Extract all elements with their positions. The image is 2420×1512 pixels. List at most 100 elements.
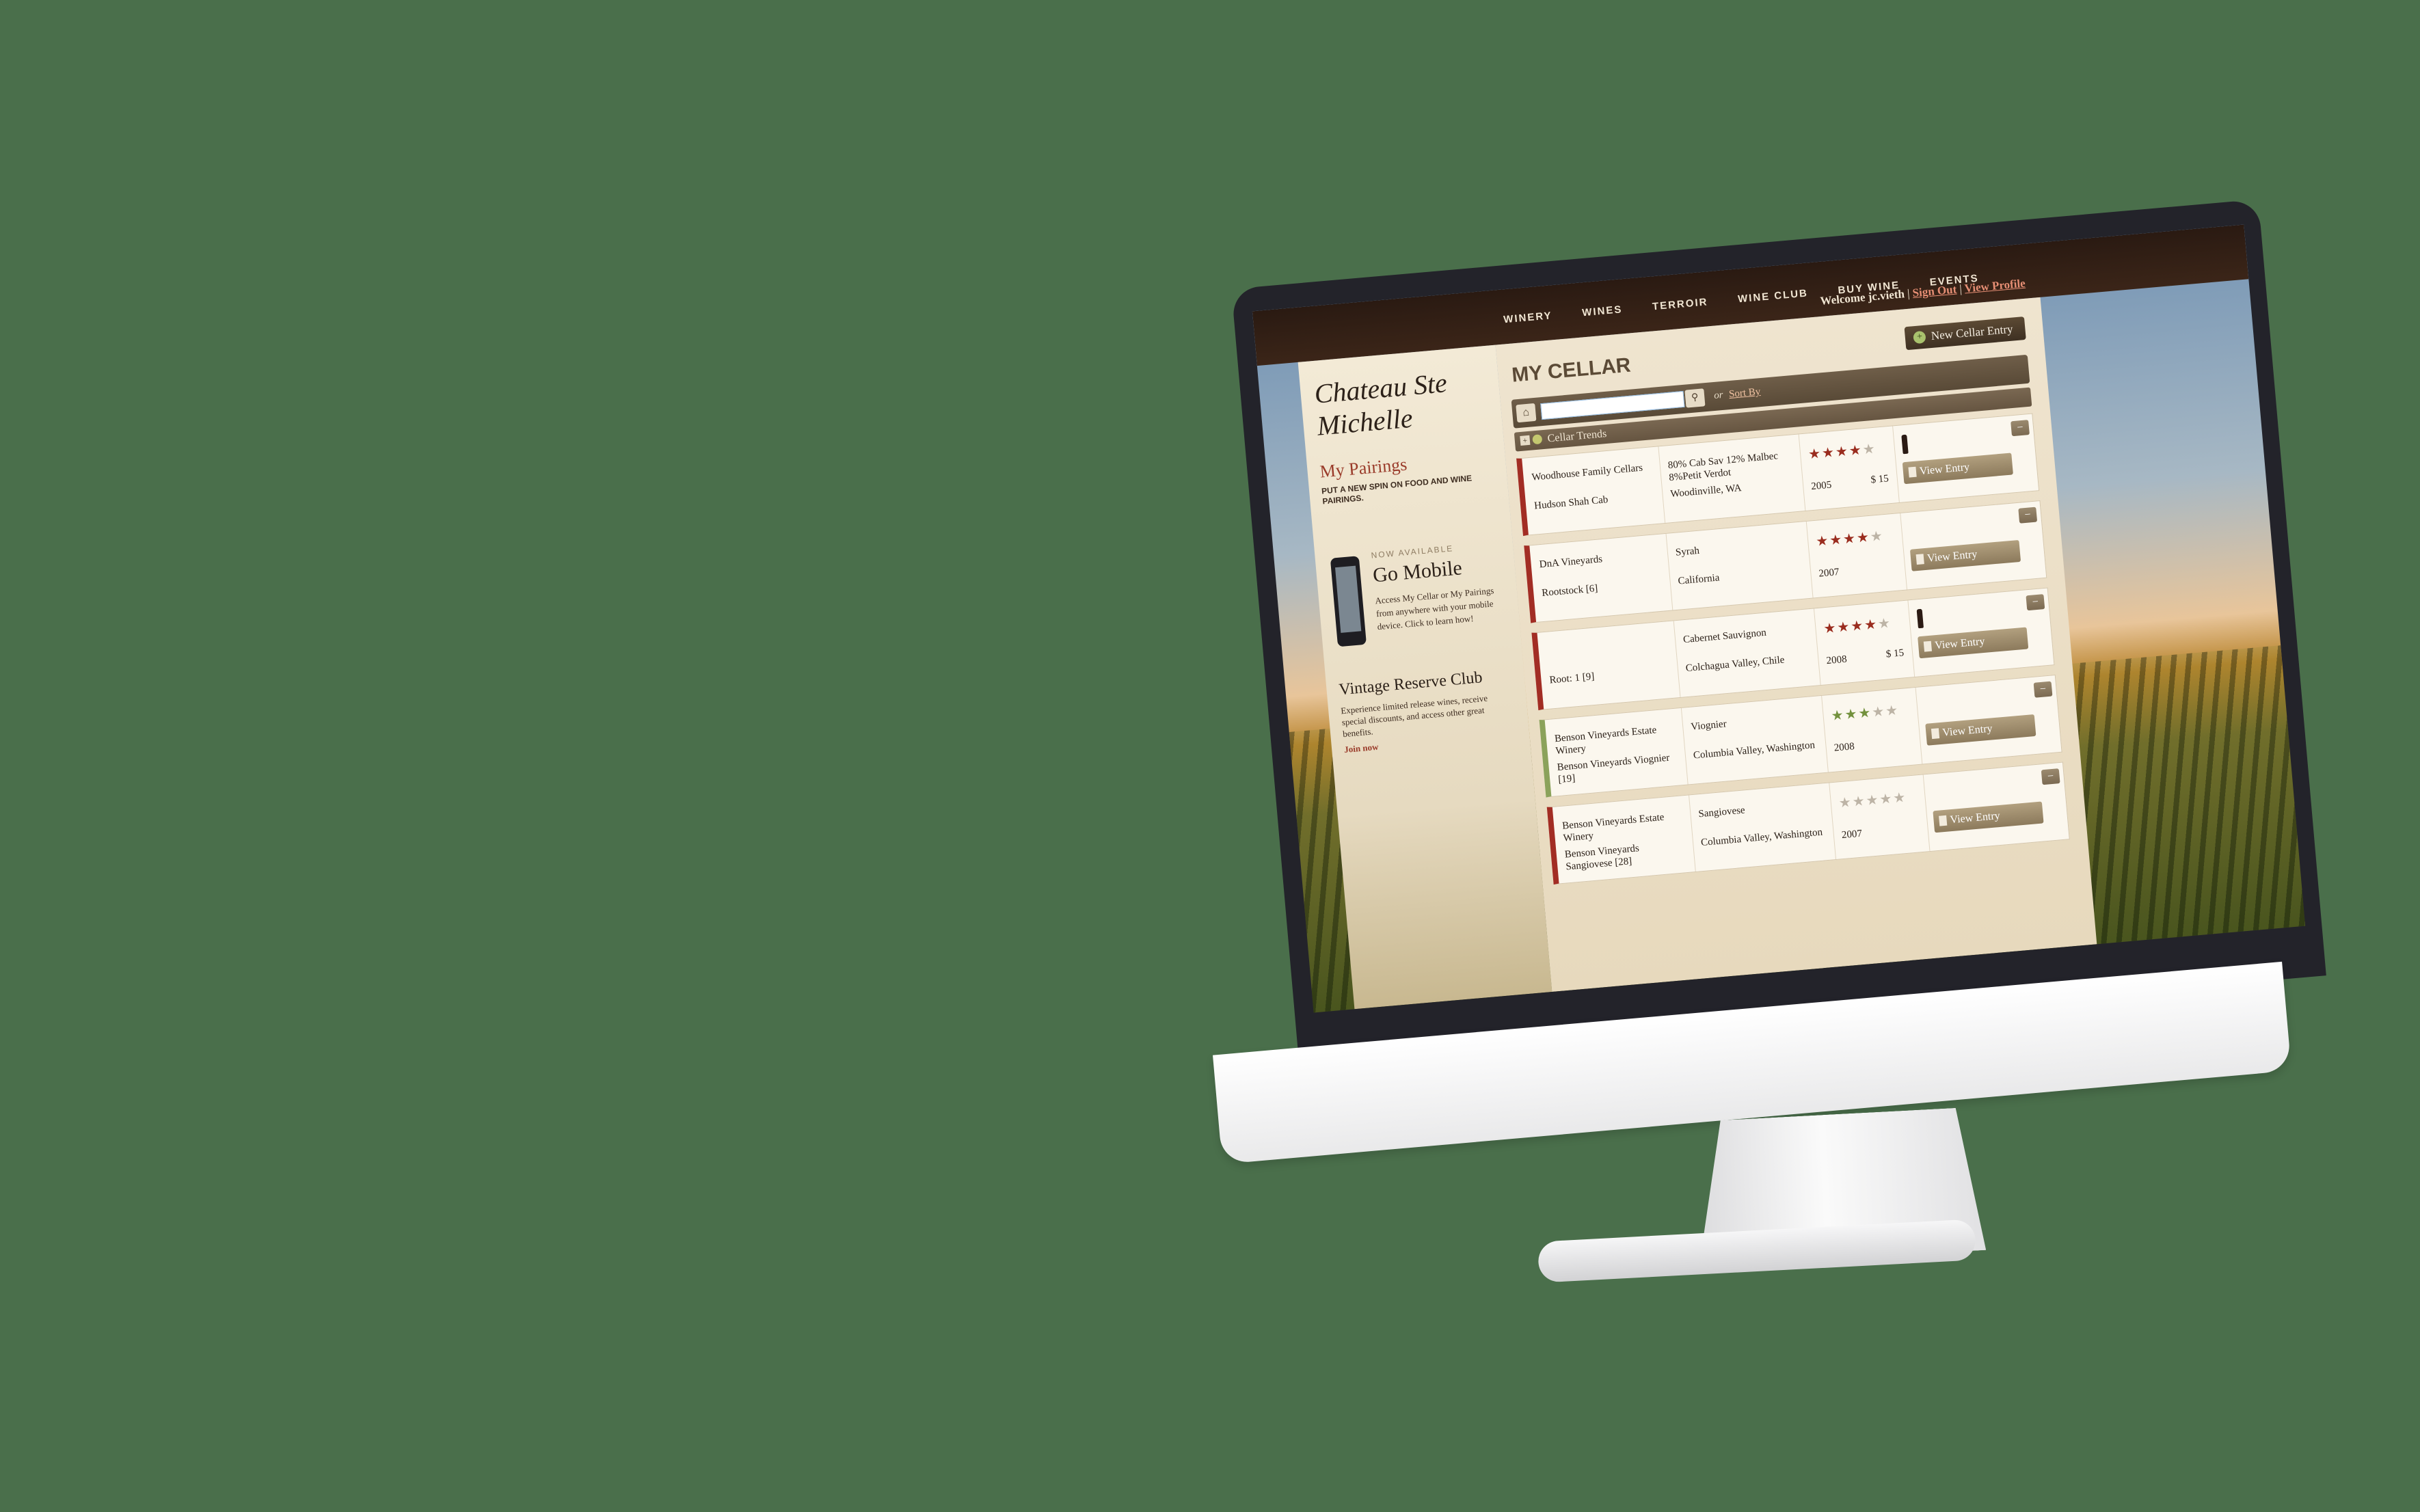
star-icon[interactable]: ★ bbox=[1852, 794, 1867, 810]
star-icon[interactable]: ★ bbox=[1815, 533, 1830, 550]
star-icon[interactable]: ★ bbox=[1877, 616, 1892, 632]
my-pairings-link[interactable]: My Pairings bbox=[1319, 455, 1408, 483]
star-rating[interactable]: ★★★★★ bbox=[1807, 440, 1877, 463]
rating-cell: ★★★★★ 2007 bbox=[1805, 513, 1908, 598]
vintage: 2005 bbox=[1810, 479, 1832, 493]
star-icon[interactable]: ★ bbox=[1864, 617, 1879, 633]
varietal-cell: Sangiovese Columbia Valley, Washington bbox=[1689, 783, 1836, 872]
rating-cell: ★★★★★ 2007 bbox=[1829, 774, 1931, 860]
home-icon[interactable]: ⌂ bbox=[1516, 403, 1537, 423]
varietal: Cabernet Sauvignon bbox=[1682, 627, 1767, 646]
collapse-button[interactable]: − bbox=[2033, 681, 2053, 698]
site-logo[interactable]: Chateau Ste Michelle bbox=[1313, 362, 1503, 442]
club-description: Experience limited release wines, receiv… bbox=[1340, 692, 1488, 740]
mobile-phone-image bbox=[1330, 556, 1367, 647]
varietal-cell: Syrah California bbox=[1665, 521, 1814, 610]
star-icon[interactable]: ★ bbox=[1829, 532, 1844, 548]
new-cellar-entry-button[interactable]: + New Cellar Entry bbox=[1904, 316, 2026, 351]
varietal-cell: 80% Cab Sav 12% Malbec 8%Petit Verdot Wo… bbox=[1658, 434, 1806, 524]
view-entry-button[interactable]: View Entry bbox=[1902, 453, 2013, 485]
star-icon[interactable]: ★ bbox=[1892, 790, 1907, 807]
star-icon[interactable]: ★ bbox=[1831, 707, 1846, 724]
producer-name: Woodhouse Family Cellars bbox=[1531, 462, 1643, 483]
star-icon[interactable]: ★ bbox=[1856, 530, 1871, 546]
star-icon[interactable]: ★ bbox=[1835, 444, 1850, 460]
varietal: Sangiovese bbox=[1697, 805, 1746, 820]
rating-cell: ★★★★★ 2008 $ 15 bbox=[1813, 600, 1915, 686]
plus-circle-icon: + bbox=[1913, 330, 1926, 345]
region: California bbox=[1678, 572, 1720, 587]
rating-cell: ★★★★★ 2008 bbox=[1821, 687, 1923, 772]
star-rating[interactable]: ★★★★★ bbox=[1823, 615, 1892, 638]
producer-cell: Benson Vineyards Estate Winery Benson Vi… bbox=[1544, 707, 1689, 796]
star-rating[interactable]: ★★★★★ bbox=[1815, 527, 1884, 550]
star-rating[interactable]: ★★★★★ bbox=[1838, 789, 1907, 812]
producer-cell: Benson Vineyards Estate Winery Benson Vi… bbox=[1552, 795, 1696, 884]
vintage: 2007 bbox=[1818, 567, 1840, 580]
document-icon bbox=[1915, 554, 1924, 565]
price: $ 15 bbox=[1885, 647, 1905, 660]
chart-icon bbox=[1532, 434, 1543, 445]
screen: WINERY WINES TERROIR WINE CLUB BUY WINE … bbox=[1252, 224, 2306, 1013]
wine-name[interactable]: Hudson Shah Cab bbox=[1534, 489, 1658, 513]
producer-cell: Root: 1 [9] bbox=[1537, 621, 1681, 710]
star-icon[interactable]: ★ bbox=[1836, 619, 1851, 636]
wine-bottle-icon bbox=[1901, 434, 1909, 455]
star-icon[interactable]: ★ bbox=[1871, 704, 1886, 720]
my-cellar-panel: Welcome jc.vieth | Sign Out | View Profi… bbox=[1495, 277, 2097, 992]
view-entry-button[interactable]: View Entry bbox=[1909, 539, 2021, 571]
producer-name bbox=[1546, 635, 1669, 646]
wine-bottle-icon bbox=[1916, 608, 1924, 629]
collapse-button[interactable]: − bbox=[2026, 594, 2045, 611]
document-icon bbox=[1931, 728, 1940, 740]
varietal-cell: Cabernet Sauvignon Colchagua Valley, Chi… bbox=[1673, 608, 1821, 698]
document-icon bbox=[1923, 640, 1933, 652]
varietal: Syrah bbox=[1675, 545, 1700, 558]
star-icon[interactable]: ★ bbox=[1807, 446, 1823, 463]
star-icon[interactable]: ★ bbox=[1858, 705, 1873, 722]
go-mobile-title[interactable]: Go Mobile bbox=[1372, 556, 1463, 587]
rating-cell: ★★★★★ 2005 $ 15 bbox=[1798, 426, 1900, 511]
search-icon[interactable]: ⚲ bbox=[1684, 388, 1706, 408]
star-rating[interactable]: ★★★★★ bbox=[1831, 701, 1900, 725]
producer-name: DnA Vineyards bbox=[1539, 554, 1603, 571]
sort-by-link[interactable]: Sort By bbox=[1728, 386, 1761, 401]
actions-cell: − View Entry bbox=[1907, 589, 2054, 677]
star-icon[interactable]: ★ bbox=[1823, 621, 1838, 637]
star-icon[interactable]: ★ bbox=[1879, 791, 1894, 807]
collapse-button[interactable]: − bbox=[2018, 507, 2038, 524]
wine-name[interactable]: Benson Vineyards Sangiovese [28] bbox=[1564, 838, 1689, 874]
star-icon[interactable]: ★ bbox=[1848, 442, 1864, 459]
vintage: 2007 bbox=[1841, 828, 1863, 841]
vintage: 2008 bbox=[1833, 741, 1855, 754]
actions-cell: − View Entry bbox=[1900, 501, 2046, 589]
vintage: 2008 bbox=[1825, 653, 1848, 667]
view-entry-button[interactable]: View Entry bbox=[1933, 801, 2044, 833]
expand-icon: + bbox=[1520, 435, 1531, 446]
wine-name[interactable]: Root: 1 [9] bbox=[1549, 664, 1673, 687]
collapse-button[interactable]: − bbox=[2011, 420, 2030, 437]
varietal-cell: Viognier Columbia Valley, Washington bbox=[1680, 695, 1829, 785]
view-entry-button[interactable]: View Entry bbox=[1925, 714, 2036, 746]
document-icon bbox=[1908, 466, 1917, 478]
cellar-list: Woodhouse Family Cellars Hudson Shah Cab… bbox=[1516, 413, 2071, 895]
join-now-link[interactable]: Join now bbox=[1344, 742, 1379, 755]
star-icon[interactable]: ★ bbox=[1866, 792, 1881, 809]
star-icon[interactable]: ★ bbox=[1862, 442, 1877, 458]
star-icon[interactable]: ★ bbox=[1842, 531, 1857, 548]
region: Columbia Valley, Washington bbox=[1700, 826, 1823, 849]
view-entry-button[interactable]: View Entry bbox=[1918, 627, 2029, 659]
star-icon[interactable]: ★ bbox=[1844, 706, 1859, 723]
search-input[interactable] bbox=[1540, 390, 1685, 420]
actions-cell: − View Entry bbox=[1923, 763, 2069, 851]
producer-cell: DnA Vineyards Rootstock [6] bbox=[1529, 533, 1673, 622]
collapse-button[interactable]: − bbox=[2041, 768, 2060, 785]
star-icon[interactable]: ★ bbox=[1870, 528, 1885, 545]
wine-name[interactable]: Rootstock [6] bbox=[1542, 576, 1665, 599]
star-icon[interactable]: ★ bbox=[1821, 445, 1836, 461]
star-icon[interactable]: ★ bbox=[1838, 795, 1853, 811]
star-icon[interactable]: ★ bbox=[1885, 703, 1900, 719]
star-icon[interactable]: ★ bbox=[1850, 618, 1865, 634]
go-mobile-description: Access My Cellar or My Pairings from any… bbox=[1374, 585, 1494, 632]
wine-name[interactable]: Benson Vineyards Viognier [19] bbox=[1557, 751, 1681, 786]
